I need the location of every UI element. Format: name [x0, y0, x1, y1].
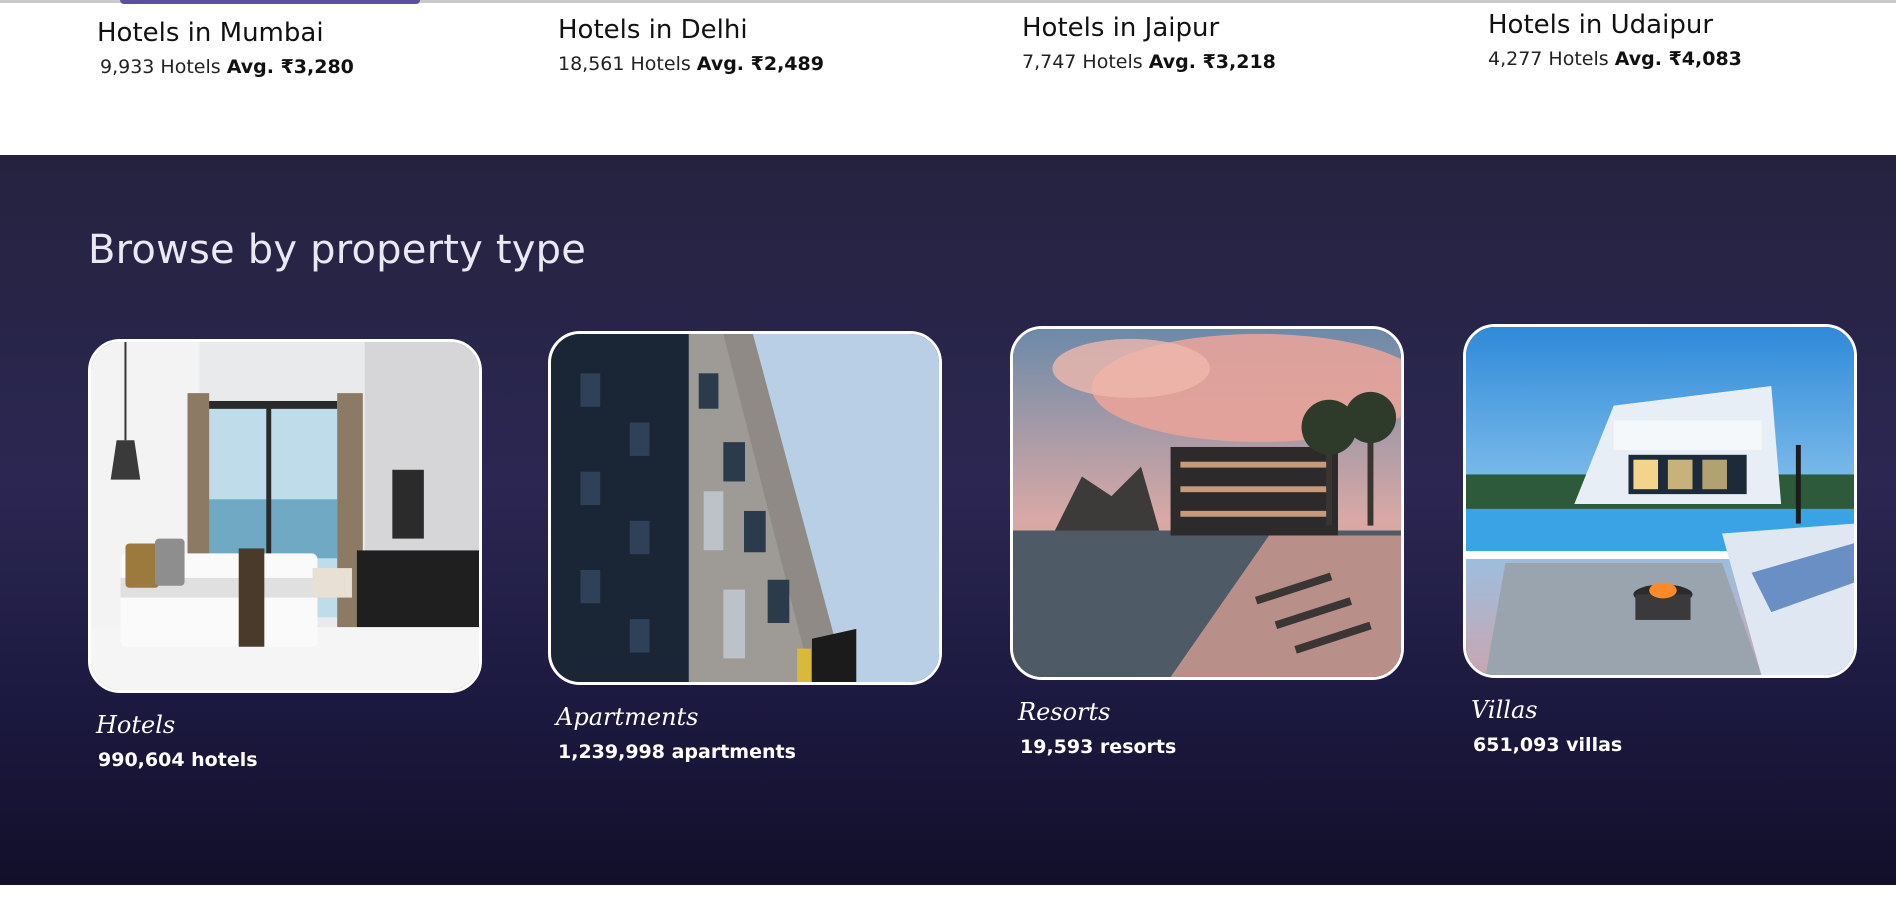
hotel-count: 18,561 Hotels — [558, 53, 691, 75]
property-type-name[interactable]: Villas — [1471, 696, 1863, 724]
villa-illustration — [1466, 327, 1854, 675]
hotel-count: 9,933 Hotels — [100, 56, 221, 78]
city-meta: 7,747 Hotels Avg. ₹3,218 — [1022, 51, 1276, 73]
apartment-building-image[interactable] — [548, 331, 942, 685]
hotel-count: 7,747 Hotels — [1022, 51, 1143, 73]
resort-illustration — [1013, 329, 1401, 677]
property-type-name[interactable]: Hotels — [96, 711, 488, 739]
city-title[interactable]: Hotels in Delhi — [558, 15, 824, 45]
page: Hotels in Mumbai 9,933 Hotels Avg. ₹3,28… — [0, 0, 1896, 916]
city-card-mumbai[interactable]: Hotels in Mumbai 9,933 Hotels Avg. ₹3,28… — [97, 18, 354, 78]
property-type-count: 1,239,998 apartments — [558, 741, 796, 763]
city-card-udaipur[interactable]: Hotels in Udaipur 4,277 Hotels Avg. ₹4,0… — [1488, 10, 1742, 70]
avg-price: Avg. ₹4,083 — [1614, 48, 1742, 70]
property-card-apartments[interactable]: Apartments 1,239,998 apartments — [548, 331, 948, 763]
city-meta: 4,277 Hotels Avg. ₹4,083 — [1488, 48, 1742, 70]
property-type-name[interactable]: Resorts — [1018, 698, 1410, 726]
city-card-jaipur[interactable]: Hotels in Jaipur 7,747 Hotels Avg. ₹3,21… — [1022, 13, 1276, 73]
city-meta: 9,933 Hotels Avg. ₹3,280 — [100, 56, 354, 78]
top-accent-bar — [120, 0, 420, 4]
avg-price: Avg. ₹3,218 — [1148, 51, 1276, 73]
resort-image[interactable] — [1010, 326, 1404, 680]
property-type-name[interactable]: Apartments — [556, 703, 948, 731]
apartment-building-illustration — [551, 334, 939, 682]
section-title: Browse by property type — [88, 227, 587, 273]
city-meta: 18,561 Hotels Avg. ₹2,489 — [558, 53, 824, 75]
avg-price: Avg. ₹3,280 — [226, 56, 354, 78]
city-card-delhi[interactable]: Hotels in Delhi 18,561 Hotels Avg. ₹2,48… — [558, 15, 824, 75]
property-card-hotels[interactable]: Hotels 990,604 hotels — [88, 339, 488, 771]
property-card-resorts[interactable]: Resorts 19,593 resorts — [1010, 326, 1410, 758]
property-card-villas[interactable]: Villas 651,093 villas — [1463, 324, 1863, 756]
city-title[interactable]: Hotels in Udaipur — [1488, 10, 1742, 40]
property-type-count: 19,593 resorts — [1020, 736, 1177, 758]
hotel-room-image[interactable] — [88, 339, 482, 693]
city-title[interactable]: Hotels in Mumbai — [97, 18, 354, 48]
hotel-room-illustration — [91, 342, 479, 690]
city-title[interactable]: Hotels in Jaipur — [1022, 13, 1276, 43]
property-type-count: 651,093 villas — [1473, 734, 1623, 756]
villa-image[interactable] — [1463, 324, 1857, 678]
property-type-count: 990,604 hotels — [98, 749, 258, 771]
avg-price: Avg. ₹2,489 — [696, 53, 824, 75]
hotel-count: 4,277 Hotels — [1488, 48, 1609, 70]
